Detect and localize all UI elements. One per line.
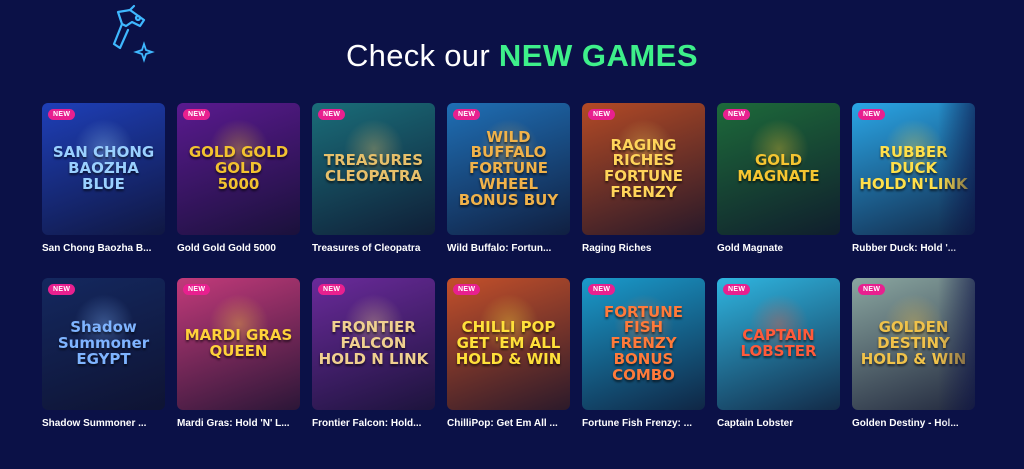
new-badge: NEW: [588, 284, 616, 295]
game-title[interactable]: ChilliPop: Get Em All ...: [447, 418, 570, 429]
game-title[interactable]: Rubber Duck: Hold '...: [852, 243, 975, 254]
new-badge: NEW: [48, 284, 76, 295]
game-card[interactable]: WILD BUFFALO FORTUNE WHEEL BONUS BUY NEW W…: [447, 103, 570, 254]
game-logo-art: CAPTAIN LOBSTER: [740, 326, 817, 360]
new-badge: NEW: [318, 109, 346, 120]
game-card[interactable]: SAN CHONG BAOZHA BLUE NEW San Chong Baozha…: [42, 103, 165, 254]
new-badge: NEW: [723, 284, 751, 295]
game-thumbnail[interactable]: SAN CHONG BAOZHA BLUE NEW: [42, 103, 165, 235]
new-badge: NEW: [588, 109, 616, 120]
game-card[interactable]: RAGING RICHES FORTUNE FRENZY NEW Raging Ri…: [582, 103, 705, 254]
game-thumbnail[interactable]: GOLD MAGNATE NEW: [717, 103, 840, 235]
game-title[interactable]: Frontier Falcon: Hold...: [312, 418, 435, 429]
game-thumbnail[interactable]: CAPTAIN LOBSTER NEW: [717, 278, 840, 410]
new-badge: NEW: [183, 284, 211, 295]
game-logo-art: FRONTIER FALCON HOLD N LINK: [318, 318, 429, 368]
section-title-prefix: Check our: [345, 38, 490, 73]
new-badge: NEW: [453, 109, 481, 120]
game-title[interactable]: Golden Destiny - Hol...: [852, 418, 975, 429]
game-thumbnail[interactable]: WILD BUFFALO FORTUNE WHEEL BONUS BUY NEW: [447, 103, 570, 235]
game-logo-art: GOLD GOLD GOLD 5000: [188, 143, 289, 193]
game-title[interactable]: Treasures of Cleopatra: [312, 243, 435, 254]
game-thumbnail[interactable]: MARDI GRAS QUEEN NEW: [177, 278, 300, 410]
game-logo-art: SAN CHONG BAOZHA BLUE: [52, 143, 155, 193]
game-title[interactable]: Gold Magnate: [717, 243, 840, 254]
game-logo-art: WILD BUFFALO FORTUNE WHEEL BONUS BUY: [458, 127, 559, 209]
game-title[interactable]: San Chong Baozha B...: [42, 243, 165, 254]
game-title[interactable]: Shadow Summoner ...: [42, 418, 165, 429]
new-badge: NEW: [183, 109, 211, 120]
game-logo-art: Shadow Summoner EGYPT: [57, 318, 150, 368]
game-title[interactable]: Raging Riches: [582, 243, 705, 254]
game-logo-art: RUBBER DUCK HOLD'N'LINK: [859, 143, 968, 193]
game-title[interactable]: Fortune Fish Frenzy: ...: [582, 418, 705, 429]
game-thumbnail[interactable]: RAGING RICHES FORTUNE FRENZY NEW: [582, 103, 705, 235]
new-badge: NEW: [453, 284, 481, 295]
game-card[interactable]: FRONTIER FALCON HOLD N LINK NEW Frontier F…: [312, 278, 435, 429]
game-thumbnail[interactable]: RUBBER DUCK HOLD'N'LINK NEW: [852, 103, 975, 235]
game-logo-art: RAGING RICHES FORTUNE FRENZY: [603, 135, 684, 201]
game-thumbnail[interactable]: GOLDEN DESTINY HOLD & WIN NEW: [852, 278, 975, 410]
game-title[interactable]: Mardi Gras: Hold 'N' L...: [177, 418, 300, 429]
games-grid: SAN CHONG BAOZHA BLUE NEW San Chong Baozha…: [42, 103, 975, 429]
game-card[interactable]: Shadow Summoner EGYPT NEW Shadow Summoner …: [42, 278, 165, 429]
game-thumbnail[interactable]: TREASURES CLEOPATRA NEW: [312, 103, 435, 235]
game-thumbnail[interactable]: FORTUNE FISH FRENZY BONUS COMBO NEW: [582, 278, 705, 410]
game-thumbnail[interactable]: GOLD GOLD GOLD 5000 NEW: [177, 103, 300, 235]
new-badge: NEW: [48, 109, 76, 120]
game-card[interactable]: GOLD MAGNATE NEW Gold Magnate: [717, 103, 840, 254]
game-logo-art: TREASURES CLEOPATRA: [323, 151, 424, 185]
game-logo-art: CHILLI POP GET 'EM ALL HOLD & WIN: [455, 318, 562, 368]
game-thumbnail[interactable]: CHILLI POP GET 'EM ALL HOLD & WIN NEW: [447, 278, 570, 410]
game-thumbnail[interactable]: Shadow Summoner EGYPT NEW: [42, 278, 165, 410]
game-card[interactable]: GOLDEN DESTINY HOLD & WIN NEW Golden Desti…: [852, 278, 975, 429]
section-title: Check our NEW GAMES: [0, 38, 1024, 74]
game-title[interactable]: Gold Gold Gold 5000: [177, 243, 300, 254]
game-card[interactable]: CHILLI POP GET 'EM ALL HOLD & WIN NEW Chil…: [447, 278, 570, 429]
game-card[interactable]: RUBBER DUCK HOLD'N'LINK NEW Rubber Duck: H…: [852, 103, 975, 254]
new-badge: NEW: [858, 284, 886, 295]
game-title[interactable]: Wild Buffalo: Fortun...: [447, 243, 570, 254]
game-logo-art: GOLDEN DESTINY HOLD & WIN: [860, 318, 967, 368]
section-title-highlight: NEW GAMES: [498, 38, 699, 73]
game-card[interactable]: MARDI GRAS QUEEN NEW Mardi Gras: Hold 'N' …: [177, 278, 300, 429]
new-badge: NEW: [858, 109, 886, 120]
game-card[interactable]: FORTUNE FISH FRENZY BONUS COMBO NEW Fortun…: [582, 278, 705, 429]
game-card[interactable]: CAPTAIN LOBSTER NEW Captain Lobster: [717, 278, 840, 429]
game-card[interactable]: GOLD GOLD GOLD 5000 NEW Gold Gold Gold 500…: [177, 103, 300, 254]
game-title[interactable]: Captain Lobster: [717, 418, 840, 429]
game-thumbnail[interactable]: FRONTIER FALCON HOLD N LINK NEW: [312, 278, 435, 410]
game-card[interactable]: TREASURES CLEOPATRA NEW Treasures of Cleop…: [312, 103, 435, 254]
game-logo-art: GOLD MAGNATE: [737, 151, 820, 185]
game-logo-art: MARDI GRAS QUEEN: [184, 326, 293, 360]
game-logo-art: FORTUNE FISH FRENZY BONUS COMBO: [603, 302, 684, 384]
new-badge: NEW: [723, 109, 751, 120]
new-badge: NEW: [318, 284, 346, 295]
